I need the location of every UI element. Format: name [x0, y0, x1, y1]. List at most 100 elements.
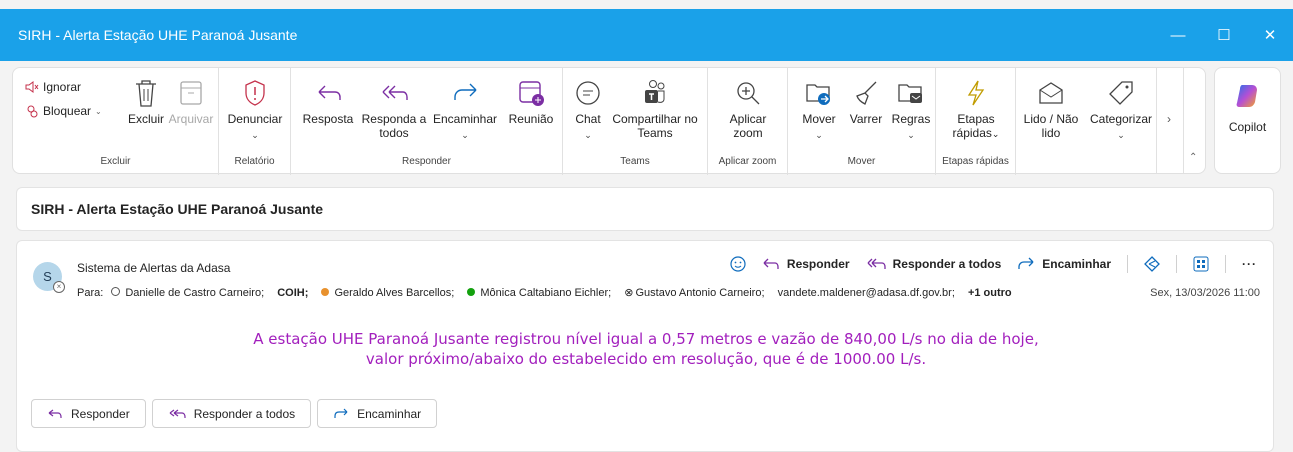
encaminhar-button[interactable]: Encaminhar ⌄: [429, 78, 501, 142]
sender-name[interactable]: Sistema de Alertas da Adasa: [77, 261, 230, 275]
varrer-button[interactable]: Varrer: [842, 78, 890, 126]
chevron-down-icon: ⌄: [1117, 130, 1125, 140]
group-marcas: Lido / Não lido Categorizar ⌄: [1016, 68, 1156, 175]
etapas-rapidas-button[interactable]: Etapas rápidas⌄: [936, 78, 1016, 141]
group-etapas: Etapas rápidas⌄ Etapas rápidas: [936, 68, 1016, 175]
chevron-down-icon: ⌄: [251, 130, 259, 140]
chevron-down-icon: ⌄: [907, 130, 915, 140]
responda-todos-button[interactable]: Responda a todos: [359, 78, 429, 140]
reply-icon: [48, 409, 62, 418]
divider: [1176, 255, 1177, 273]
footer-reply-all-button[interactable]: Responder a todos: [151, 399, 312, 428]
archive-icon: [180, 81, 202, 105]
reply-action[interactable]: Responder: [762, 257, 850, 271]
reply-all-icon: [867, 258, 886, 269]
presence-away-icon: [321, 288, 330, 296]
ribbon-scroll-area: ›: [1156, 68, 1184, 173]
chevron-right-icon[interactable]: ›: [1167, 112, 1171, 126]
maximize-icon[interactable]: ☐: [1201, 9, 1247, 61]
tag-icon: [1109, 81, 1133, 105]
message-actions: Responder Responder a todos Encaminhar ·…: [730, 255, 1257, 273]
window-title: SIRH - Alerta Estação UHE Paranoá Jusant…: [18, 27, 298, 43]
chat-button[interactable]: Chat ⌄: [567, 78, 609, 142]
to-label: Para:: [77, 287, 104, 299]
presence-unknown-icon: ×: [53, 281, 65, 293]
apps-grid-icon: [1193, 256, 1209, 272]
subject-bar: SIRH - Alerta Estação UHE Paranoá Jusant…: [16, 187, 1274, 231]
chevron-down-icon: ⌄: [461, 130, 469, 140]
forward-icon: [1018, 257, 1034, 269]
chevron-down-icon: ⌄: [95, 106, 102, 116]
broom-icon: [856, 81, 877, 105]
group-relatorio: Denunciar ⌄ Relatório: [219, 68, 291, 175]
title-bar: SIRH - Alerta Estação UHE Paranoá Jusant…: [0, 9, 1293, 61]
divider: [1127, 255, 1128, 273]
folder-move-icon: [806, 84, 830, 105]
chevron-down-icon: ⌄: [584, 130, 592, 140]
close-icon[interactable]: ✕: [1247, 9, 1293, 61]
denunciar-button[interactable]: Denunciar ⌄: [219, 78, 291, 142]
ignorar-button[interactable]: Ignorar: [25, 80, 81, 94]
minimize-icon[interactable]: —: [1155, 9, 1201, 61]
loop-button[interactable]: [1144, 256, 1160, 272]
presence-available-icon: [467, 288, 476, 296]
reuniao-button[interactable]: Reunião: [501, 78, 561, 126]
calendar-reply-icon: [519, 81, 544, 106]
reply-all-icon: [382, 85, 408, 100]
group-responder: Resposta Responda a todos Encaminhar ⌄ R…: [291, 68, 563, 175]
more-options-icon[interactable]: ···: [1242, 257, 1257, 271]
reply-icon: [318, 85, 341, 100]
reply-all-icon: [169, 409, 186, 418]
message-card: S × Sistema de Alertas da Adasa Responde…: [16, 240, 1274, 452]
recipient[interactable]: vandete.maldener@adasa.df.gov.br;: [778, 287, 960, 299]
arquivar-button[interactable]: Arquivar: [163, 78, 219, 126]
group-mover: Mover ⌄ Varrer Regras ⌄ Mover: [788, 68, 936, 175]
compartilhar-teams-button[interactable]: Compartilhar no Teams: [605, 78, 705, 140]
mover-button[interactable]: Mover ⌄: [794, 78, 844, 142]
envelope-open-icon: [1039, 82, 1063, 104]
group-teams: Chat ⌄ Compartilhar no Teams Teams: [563, 68, 708, 175]
forward-action[interactable]: Encaminhar: [1017, 257, 1111, 271]
rules-folder-icon: [898, 84, 922, 103]
recipient[interactable]: Geraldo Alves Barcellos;: [321, 287, 459, 299]
forward-icon: [454, 83, 477, 100]
lido-nao-lido-button[interactable]: Lido / Não lido: [1016, 78, 1086, 140]
mute-icon: [25, 81, 39, 93]
aplicar-zoom-button[interactable]: Aplicar zoom: [708, 78, 788, 140]
divider: [1225, 255, 1226, 273]
resposta-button[interactable]: Resposta: [297, 78, 359, 126]
regras-button[interactable]: Regras ⌄: [888, 78, 934, 142]
react-button[interactable]: [730, 256, 746, 272]
group-zoom: Aplicar zoom Aplicar zoom: [708, 68, 788, 175]
presence-unknown-icon: ⊗: [624, 287, 634, 299]
zoom-in-icon: [737, 82, 760, 105]
forward-icon: [334, 408, 348, 418]
more-recipients[interactable]: +1 outro: [968, 287, 1017, 299]
copilot-icon: [1236, 85, 1257, 107]
trash-icon: [136, 80, 156, 107]
footer-actions: Responder Responder a todos Encaminhar: [31, 399, 438, 428]
categorizar-button[interactable]: Categorizar ⌄: [1086, 78, 1156, 142]
recipient[interactable]: Danielle de Castro Carneiro;: [111, 287, 269, 299]
copilot-button[interactable]: Copilot: [1214, 67, 1281, 174]
chevron-down-icon: ⌄: [991, 129, 1000, 139]
block-user-icon: [27, 105, 38, 118]
body-line: A estação UHE Paranoá Jusante registrou …: [253, 330, 1039, 348]
footer-forward-button[interactable]: Encaminhar: [317, 399, 438, 428]
apps-button[interactable]: [1193, 256, 1209, 272]
bloquear-button[interactable]: Bloquear ⌄: [25, 104, 102, 118]
reply-icon: [763, 258, 779, 269]
reply-all-action[interactable]: Responder a todos: [866, 257, 1001, 271]
recipient[interactable]: Mônica Caltabiano Eichler;: [467, 287, 616, 299]
smiley-icon: [730, 256, 746, 272]
lightning-icon: [967, 80, 985, 106]
body-line: valor próximo/abaixo do estabelecido em …: [365, 350, 927, 368]
recipient[interactable]: ⊗ Gustavo Antonio Carneiro;: [624, 287, 769, 299]
footer-reply-button[interactable]: Responder: [31, 399, 146, 428]
collapse-ribbon-icon[interactable]: ⌃: [1189, 152, 1197, 163]
message-subject: SIRH - Alerta Estação UHE Paranoá Jusant…: [31, 201, 324, 217]
message-date: Sex, 13/03/2026 11:00: [1150, 287, 1260, 299]
recipient-group[interactable]: COIH;: [277, 287, 313, 299]
message-body: A estação UHE Paranoá Jusante registrou …: [17, 329, 1275, 369]
teams-icon: [645, 80, 665, 103]
